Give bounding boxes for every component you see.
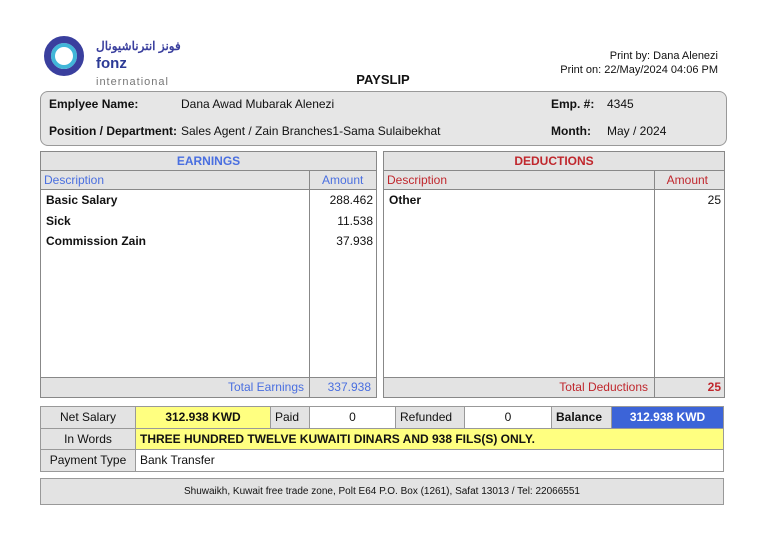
earning-desc: Commission Zain — [46, 234, 147, 248]
summary-table: Net Salary 312.938 KWD Paid 0 Refunded 0… — [40, 406, 724, 472]
earning-amount: 288.462 — [329, 193, 373, 207]
deductions-total-row: Total Deductions 25 — [384, 377, 724, 397]
balance-value: 312.938 KWD — [611, 406, 724, 429]
earning-desc: Basic Salary — [46, 193, 118, 207]
amount-header: Amount — [666, 173, 708, 187]
payment-type: Bank Transfer — [135, 449, 724, 472]
logo-suffix: international — [96, 76, 169, 88]
footer-address: Shuwaikh, Kuwait free trade zone, Polt E… — [40, 478, 724, 505]
total-deductions-label: Total Deductions — [559, 380, 648, 394]
balance-label: Balance — [551, 406, 612, 429]
desc-header: Description — [387, 173, 448, 187]
earnings-title: EARNINGS — [41, 152, 376, 171]
total-earnings-label: Total Earnings — [227, 380, 304, 394]
net-salary-label: Net Salary — [40, 406, 136, 429]
logo-ring-icon — [44, 36, 84, 76]
earning-row: Sick 11.538 — [46, 214, 373, 234]
earning-row: Basic Salary 288.462 — [46, 193, 373, 213]
earnings-header: Description Amount — [41, 171, 376, 190]
month: May / 2024 — [607, 124, 667, 138]
earning-amount: 11.538 — [337, 214, 373, 228]
total-earnings: 337.938 — [327, 380, 371, 394]
desc-header: Description — [44, 173, 105, 187]
earnings-panel: EARNINGS Description Amount Basic Salary… — [40, 151, 377, 398]
refunded-label: Refunded — [395, 406, 465, 429]
payment-type-label: Payment Type — [40, 449, 136, 472]
deductions-title: DEDUCTIONS — [384, 152, 724, 171]
logo-brand: fonz — [96, 55, 127, 72]
total-deductions: 25 — [707, 380, 721, 394]
employee-info: Emplyee Name: Dana Awad Mubarak Alenezi … — [40, 91, 727, 146]
print-on: Print on: 22/May/2024 04:06 PM — [560, 64, 718, 76]
name-label: Emplyee Name: — [49, 97, 139, 111]
amount-in-words: THREE HUNDRED TWELVE KUWAITI DINARS AND … — [135, 427, 724, 450]
logo-arabic: فونز انترناشيونال — [96, 39, 181, 53]
earning-desc: Sick — [46, 214, 71, 228]
deductions-panel: DEDUCTIONS Description Amount Other 25 To… — [383, 151, 725, 398]
deduction-row: Other 25 — [389, 193, 721, 213]
net-salary: 312.938 KWD — [135, 406, 271, 429]
amount-header: Amount — [322, 173, 364, 187]
earning-row: Commission Zain 37.938 — [46, 234, 373, 254]
month-label: Month: — [551, 124, 591, 138]
refunded-value: 0 — [464, 406, 552, 429]
emp-label: Emp. #: — [551, 97, 595, 111]
print-by: Print by: Dana Alenezi — [609, 50, 718, 62]
paid-label: Paid — [270, 406, 310, 429]
earning-amount: 37.938 — [336, 234, 373, 248]
deductions-header: Description Amount — [384, 171, 724, 190]
paid-value: 0 — [309, 406, 396, 429]
emp-number: 4345 — [607, 97, 634, 111]
page-title: PAYSLIP — [356, 72, 410, 87]
earnings-total-row: Total Earnings 337.938 — [41, 377, 376, 397]
company-logo: فونز انترناشيونال fonz international — [44, 36, 194, 88]
employee-name: Dana Awad Mubarak Alenezi — [181, 97, 335, 111]
deduction-desc: Other — [389, 193, 422, 207]
position: Sales Agent / Zain Branches1-Sama Sulaib… — [181, 124, 441, 138]
in-words-label: In Words — [40, 427, 136, 450]
position-label: Position / Department: — [49, 124, 178, 138]
deduction-amount: 25 — [707, 193, 721, 207]
logo-text: fonz international — [96, 55, 194, 89]
